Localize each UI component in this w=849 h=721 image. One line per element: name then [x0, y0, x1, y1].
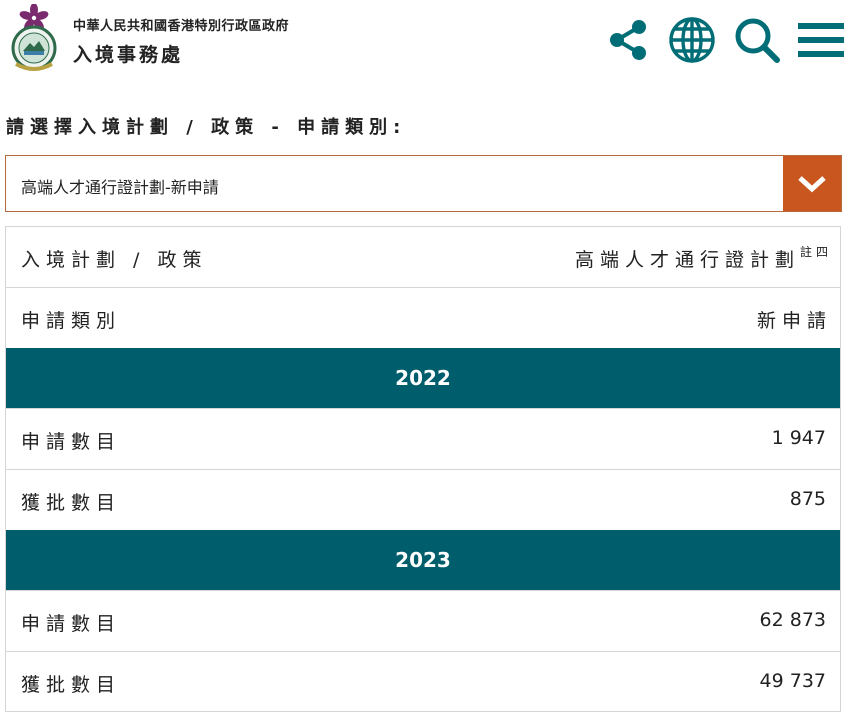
scheme-category-select[interactable]: 高端人才通行證計劃-新申請	[5, 155, 842, 212]
scheme-value: 高端人才通行證計劃註四	[575, 245, 832, 272]
statistics-table: 入境計劃 / 政策 高端人才通行證計劃註四 申請類別 新申請 2022 申請數目…	[5, 226, 841, 712]
category-value: 新申請	[756, 310, 832, 332]
share-icon[interactable]	[604, 16, 652, 64]
selected-option: 高端人才通行證計劃-新申請	[21, 178, 219, 197]
row-value: 49 737	[759, 670, 826, 692]
search-icon[interactable]	[733, 16, 781, 64]
year-header-2023: 2023	[6, 530, 840, 590]
table-row: 獲批數目 875	[6, 469, 840, 530]
table-row: 獲批數目 49 737	[6, 651, 840, 712]
year-header-2022: 2022	[6, 348, 840, 408]
row-label: 申請數目	[21, 613, 122, 635]
globe-icon[interactable]	[668, 16, 716, 64]
chevron-down-icon[interactable]	[783, 156, 841, 211]
scheme-label: 入境計劃 / 政策	[21, 249, 208, 271]
category-row: 申請類別 新申請	[6, 287, 840, 348]
hksar-emblem-logo[interactable]	[6, 3, 62, 74]
row-label: 獲批數目	[21, 492, 122, 514]
row-value: 1 947	[771, 427, 826, 449]
category-label: 申請類別	[21, 310, 122, 332]
note-reference[interactable]: 註四	[800, 245, 832, 259]
site-header: 中華人民共和國香港特別行政區政府 入境事務處	[0, 0, 849, 80]
government-name: 中華人民共和國香港特別行政區政府	[73, 19, 290, 34]
scheme-name: 高端人才通行證計劃	[574, 249, 800, 271]
row-label: 獲批數目	[21, 674, 122, 696]
scheme-row: 入境計劃 / 政策 高端人才通行證計劃註四	[6, 226, 840, 287]
selector-label: 請選擇入境計劃 / 政策 - 申請類別:	[6, 117, 407, 138]
row-value: 875	[789, 488, 826, 510]
row-label: 申請數目	[21, 431, 122, 453]
table-row: 申請數目 1 947	[6, 408, 840, 469]
menu-icon[interactable]	[797, 16, 845, 64]
table-row: 申請數目 62 873	[6, 590, 840, 651]
row-value: 62 873	[759, 609, 826, 631]
department-name[interactable]: 入境事務處	[73, 40, 183, 67]
